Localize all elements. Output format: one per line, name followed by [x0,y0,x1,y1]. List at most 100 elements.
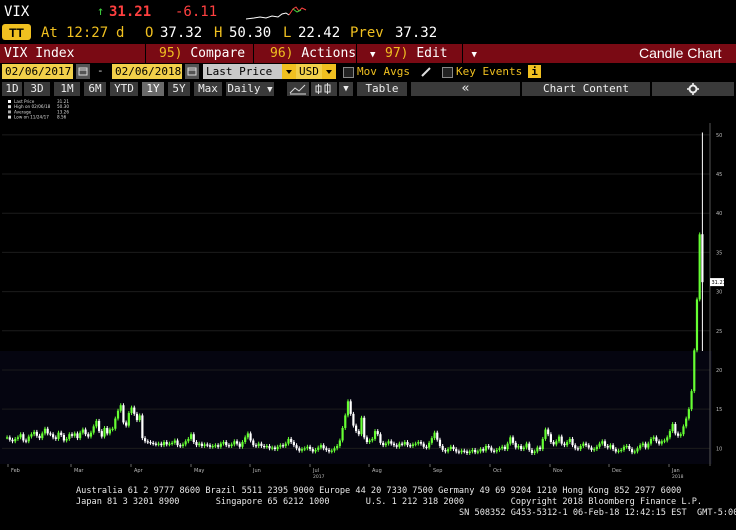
candle-body [341,427,344,441]
chevron-down-icon: ▼ [267,85,273,95]
currency-select[interactable]: USD [296,64,322,79]
candle-body [579,445,582,450]
y-tick-label: 40 [716,211,722,217]
candle-body [8,437,11,440]
candle-body [422,443,425,447]
candle-body [566,442,569,446]
calendar-icon[interactable] [76,64,90,79]
chevron-down-icon[interactable] [322,64,336,79]
candle-body [630,449,634,453]
sparkline [246,6,307,20]
candle-body [333,448,336,451]
candle-body [122,405,125,423]
collapse-button[interactable]: « [411,82,520,96]
candle-body [244,437,247,443]
x-year-label: 2017 [313,474,325,480]
candle-body [609,445,612,448]
candle-body [601,441,604,444]
x-tick-label: Jun [252,468,261,474]
candle-body [668,431,672,438]
candle-body [227,445,231,447]
candle-body [552,442,555,445]
range-button-1d[interactable]: 1D [2,82,22,96]
candle-body [19,434,22,438]
pencil-icon[interactable] [419,64,433,82]
candle-body [219,443,222,447]
candle-body [620,449,623,452]
range-button-5y[interactable]: 5Y [168,82,190,96]
candle-body [468,451,471,454]
candle-body [46,428,49,434]
edit-menu[interactable]: 97) Edit ▼ [385,44,477,63]
candle-body [125,422,128,426]
open-value: 37.32 [160,25,203,41]
candle-body [501,446,504,449]
chevron-down-icon[interactable] [282,64,296,79]
chevron-down-icon[interactable]: ▼ [339,82,353,96]
candle-body [658,441,661,444]
y-tick-label: 35 [716,250,722,256]
candle-body [382,442,385,446]
start-date-field[interactable]: 02/06/2017 [2,64,73,79]
candle-body [49,433,52,435]
candle-body [660,441,663,444]
range-button-ytd[interactable]: YTD [110,82,138,96]
candle-body [376,431,379,435]
candle-body [514,442,517,448]
candle-body [549,434,552,443]
candle-body [173,440,176,443]
candle-body [273,447,277,450]
tt-badge[interactable]: TT [2,24,31,40]
candle-body [479,449,482,452]
candle-body [682,426,685,435]
range-button-6m[interactable]: 6M [84,82,106,96]
candle-body [176,440,179,446]
mov-avgs-checkbox[interactable] [343,67,354,78]
candle-body [33,431,36,435]
candle-body [108,429,112,434]
actions-menu[interactable]: 96) Actions ▼ [270,44,375,63]
candle-style-icon[interactable] [311,82,337,96]
footer: Australia 61 2 9777 8600 Brazil 5511 239… [0,484,736,530]
candle-body [198,443,201,446]
key-events-checkbox[interactable] [442,67,453,78]
line-chart-icon[interactable] [287,82,309,96]
range-button-max[interactable]: Max [194,82,222,96]
x-tick-label: Oct [493,468,502,474]
footer-line-2: Japan 81 3 3201 8900 Singapore 65 6212 1… [76,497,703,507]
candle-body [284,443,287,446]
candle-body [568,438,571,443]
candle-body [612,445,615,450]
last-price-tag: 31.21 [710,278,726,287]
security-name[interactable]: VIX Index [4,44,74,63]
table-button[interactable]: Table [357,82,407,96]
candle-body [127,413,130,426]
calendar-icon[interactable] [185,64,199,79]
candle-body [290,438,293,443]
range-button-3d[interactable]: 3D [24,82,50,96]
candle-body [235,441,239,444]
candle-body [325,448,328,450]
info-icon[interactable]: i [528,65,541,78]
ticker-symbol[interactable]: VIX [4,4,29,20]
candle-body [639,445,642,449]
price-field-select[interactable]: Last Price [203,64,282,79]
compare-menu[interactable]: 95) Compare [159,44,245,63]
range-button-1y[interactable]: 1Y [142,82,164,96]
range-button-1m[interactable]: 1M [54,82,80,96]
candle-body [81,429,84,433]
candle-body [314,449,317,452]
frequency-select[interactable]: Daily ▼ [226,82,274,96]
chart-content-button[interactable]: Chart Content [522,82,650,96]
candle-body [138,415,141,421]
price-chart[interactable]: Last Price 31.21High on 02/06/18 50.30Aver… [0,97,736,480]
candle-body [663,440,666,442]
gear-icon[interactable] [652,82,734,96]
candle-body [490,447,493,451]
prev-value: 37.32 [395,25,438,41]
end-date-field[interactable]: 02/06/2018 [112,64,182,79]
candle-body [309,446,312,450]
candle-body [476,451,479,453]
candle-body [268,445,271,449]
candle-body [617,450,620,452]
